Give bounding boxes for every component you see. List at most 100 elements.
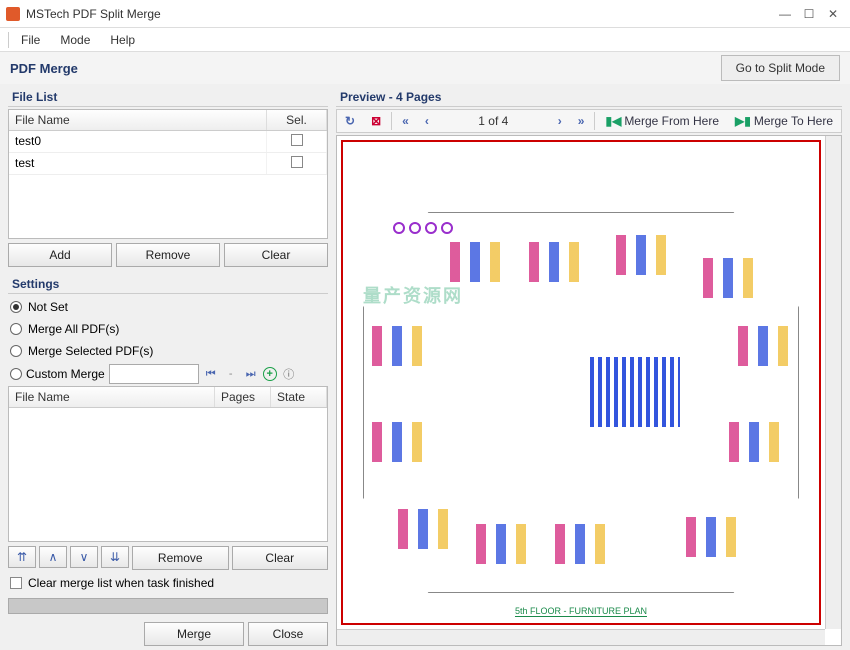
prev-icon: ‹: [425, 114, 429, 128]
custom-merge-input[interactable]: [109, 364, 199, 384]
left-pane: File List File Name Sel. test0 test Add …: [0, 84, 332, 650]
next-icon: ›: [558, 114, 562, 128]
desk-cluster: [372, 422, 422, 462]
file-sel-cell[interactable]: [267, 131, 327, 152]
info-icon[interactable]: ⓘ: [281, 366, 297, 382]
file-name-cell: test: [9, 153, 267, 174]
last-page-icon[interactable]: ⏭: [243, 366, 259, 382]
menu-separator: [8, 32, 9, 48]
file-list-table: File Name Sel. test0 test: [8, 109, 328, 239]
move-bottom-button[interactable]: ⇊: [101, 546, 129, 568]
radio-icon[interactable]: [10, 368, 22, 380]
col-file-name[interactable]: File Name: [9, 110, 267, 130]
file-list-row[interactable]: test: [9, 153, 327, 175]
toolbar-separator: [594, 112, 595, 130]
preview-header: Preview - 4 Pages: [336, 88, 842, 107]
file-name-cell: test0: [9, 131, 267, 152]
minimize-button[interactable]: —: [774, 5, 796, 23]
file-list-row[interactable]: test0: [9, 131, 327, 153]
menu-mode[interactable]: Mode: [50, 30, 100, 50]
radio-custom-merge[interactable]: Custom Merge ⏮ - ⏭ + ⓘ: [8, 362, 328, 386]
move-up-button[interactable]: ∧: [39, 546, 67, 568]
radio-label: Not Set: [28, 300, 68, 314]
clear-on-finish-checkbox[interactable]: Clear merge list when task finished: [8, 570, 328, 596]
menu-help[interactable]: Help: [100, 30, 145, 50]
radio-merge-all[interactable]: Merge All PDF(s): [8, 318, 328, 340]
mergelist-remove-button[interactable]: Remove: [132, 546, 229, 570]
merge-list-table: File Name Pages State: [8, 386, 328, 542]
first-icon: «: [402, 114, 409, 128]
merge-from-icon: ▮◀: [605, 114, 621, 128]
footer-buttons: Merge Close: [8, 622, 328, 646]
close-window-button[interactable]: ✕: [822, 5, 844, 23]
desk-cluster: [476, 524, 526, 564]
desk-cluster: [398, 509, 448, 549]
desk-cluster: [686, 517, 736, 557]
floorplan-drawing: [363, 212, 799, 593]
remove-button[interactable]: Remove: [116, 243, 220, 267]
preview-pane: Preview - 4 Pages ↻ ⊠ « ‹ 1 of 4 › » ▮◀M…: [332, 84, 850, 650]
col-state[interactable]: State: [271, 387, 327, 407]
file-sel-cell[interactable]: [267, 153, 327, 174]
vertical-scrollbar[interactable]: [825, 136, 841, 629]
refresh-button[interactable]: ↻: [339, 112, 361, 130]
checkbox-icon[interactable]: [10, 577, 22, 589]
dash-icon: -: [223, 366, 239, 382]
spacer: [8, 622, 140, 646]
file-list-columns: File Name Sel.: [9, 110, 327, 131]
preview-viewport: 量产资源网 5th: [336, 135, 842, 646]
merge-from-here-button[interactable]: ▮◀Merge From Here: [599, 112, 725, 130]
move-top-button[interactable]: ⇈: [8, 546, 36, 568]
first-page-button[interactable]: «: [396, 112, 415, 130]
maximize-button[interactable]: ☐: [798, 5, 820, 23]
radio-icon[interactable]: [10, 301, 22, 313]
col-file-name[interactable]: File Name: [9, 387, 215, 407]
go-to-split-mode-button[interactable]: Go to Split Mode: [721, 55, 840, 81]
merge-to-here-button[interactable]: ▶▮Merge To Here: [729, 112, 839, 130]
add-button[interactable]: Add: [8, 243, 112, 267]
mergelist-clear-button[interactable]: Clear: [232, 546, 329, 570]
prev-page-button[interactable]: ‹: [419, 112, 435, 130]
main-area: File List File Name Sel. test0 test Add …: [0, 84, 850, 650]
menu-file[interactable]: File: [11, 30, 50, 50]
desk-cluster: [555, 524, 605, 564]
checkbox-icon[interactable]: [291, 156, 303, 168]
radio-label: Merge Selected PDF(s): [28, 344, 153, 358]
horizontal-scrollbar[interactable]: [337, 629, 825, 645]
desk-cluster: [729, 422, 779, 462]
radio-icon[interactable]: [10, 323, 22, 335]
clear-button[interactable]: Clear: [224, 243, 328, 267]
close-button[interactable]: Close: [248, 622, 328, 646]
merge-to-label: Merge To Here: [754, 114, 833, 128]
add-range-icon[interactable]: +: [263, 367, 277, 381]
radio-not-set[interactable]: Not Set: [8, 296, 328, 318]
section-header: PDF Merge Go to Split Mode: [0, 52, 850, 84]
radio-icon[interactable]: [10, 345, 22, 357]
refresh-icon: ↻: [345, 114, 355, 128]
seating-rows: [590, 357, 680, 427]
desk-cluster: [738, 326, 788, 366]
last-page-button[interactable]: »: [572, 112, 591, 130]
col-sel[interactable]: Sel.: [267, 110, 327, 130]
first-page-icon[interactable]: ⏮: [203, 366, 219, 382]
checkbox-icon[interactable]: [291, 134, 303, 146]
window-title: MSTech PDF Split Merge: [26, 7, 772, 21]
col-pages[interactable]: Pages: [215, 387, 271, 407]
merge-list-columns: File Name Pages State: [9, 387, 327, 408]
desk-cluster: [450, 242, 500, 282]
radio-merge-selected[interactable]: Merge Selected PDF(s): [8, 340, 328, 362]
radio-label: Custom Merge: [26, 367, 105, 381]
titlebar: MSTech PDF Split Merge — ☐ ✕: [0, 0, 850, 28]
reorder-buttons: ⇈ ∧ ∨ ⇊ Remove Clear: [8, 546, 328, 570]
merge-button[interactable]: Merge: [144, 622, 244, 646]
preview-page[interactable]: 量产资源网 5th: [341, 140, 821, 625]
next-page-button[interactable]: ›: [552, 112, 568, 130]
merge-from-label: Merge From Here: [624, 114, 719, 128]
radio-label: Merge All PDF(s): [28, 322, 119, 336]
preview-toolbar: ↻ ⊠ « ‹ 1 of 4 › » ▮◀Merge From Here ▶▮M…: [336, 109, 842, 133]
clear-preview-button[interactable]: ⊠: [365, 112, 387, 130]
move-down-button[interactable]: ∨: [70, 546, 98, 568]
settings-header: Settings: [8, 275, 328, 294]
last-icon: »: [578, 114, 585, 128]
chair-cluster: [393, 222, 453, 236]
